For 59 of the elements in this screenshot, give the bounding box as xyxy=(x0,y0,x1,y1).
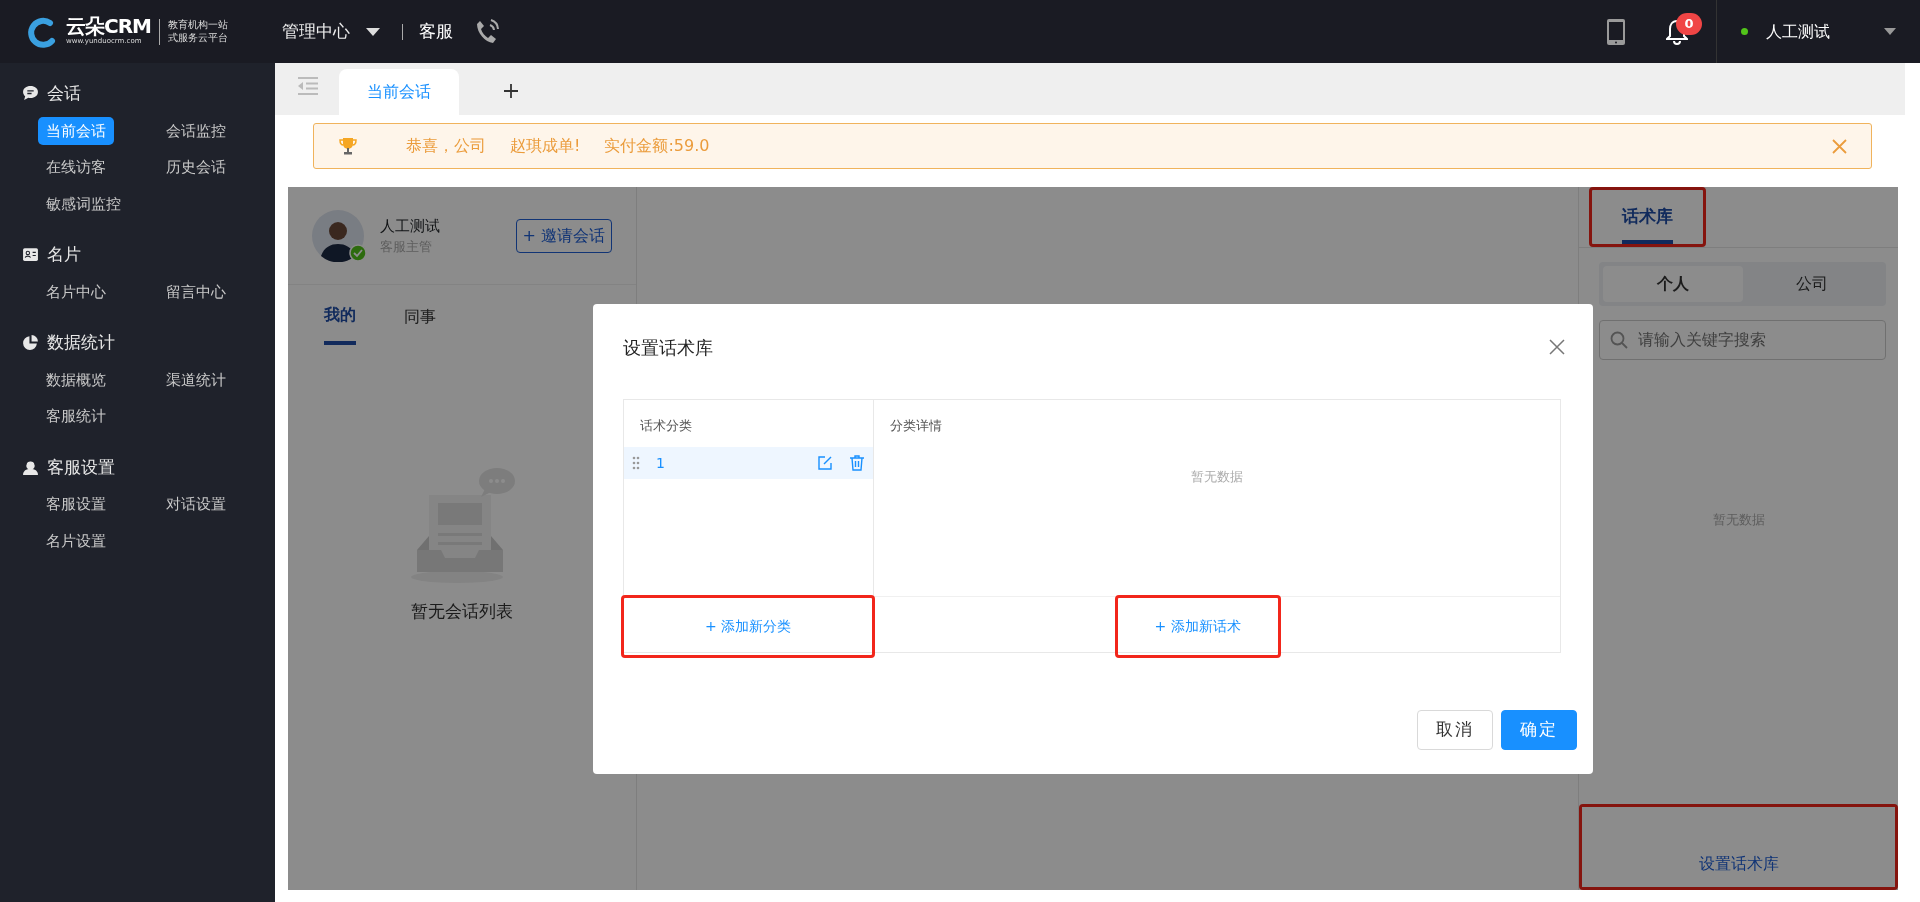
search-icon xyxy=(1610,330,1628,349)
add-tab-icon[interactable] xyxy=(503,83,519,99)
sidebar-item[interactable]: 客服设置 xyxy=(38,490,114,519)
column-header: 话术分类 xyxy=(639,416,693,435)
avatar-icon xyxy=(312,209,364,262)
sidebar-item[interactable]: 敏感词监控 xyxy=(38,189,129,218)
sidebar-group-title: 数据统计 xyxy=(47,331,115,354)
invite-button[interactable]: + 邀请会话 xyxy=(515,218,612,253)
menu-dropdown[interactable]: 管理中心 xyxy=(276,17,386,46)
sidebar-item[interactable]: 名片设置 xyxy=(38,526,114,555)
trophy-icon xyxy=(338,136,358,156)
sidebar-group-title: 名片 xyxy=(47,243,81,266)
cancel-button[interactable]: 取消 xyxy=(1417,710,1493,750)
phone-icon xyxy=(475,18,499,45)
sidebar-group-title: 客服设置 xyxy=(47,455,115,479)
notice-text: 恭喜，公司 xyxy=(406,135,486,157)
tablet-icon xyxy=(1606,17,1626,46)
sidebar-group-title: 会话 xyxy=(47,82,81,105)
empty-text: 暂无会话列表 xyxy=(411,600,513,623)
sidebar-item[interactable]: 客服统计 xyxy=(38,402,114,431)
collapse-menu-icon[interactable] xyxy=(297,77,319,95)
close-icon[interactable] xyxy=(1549,339,1565,355)
sidebar-item[interactable]: 留言中心 xyxy=(158,277,234,306)
sidebar-item[interactable]: 在线访客 xyxy=(38,153,114,182)
drag-handle-icon[interactable] xyxy=(632,456,640,470)
notice-text: 赵琪成单! xyxy=(510,135,581,157)
segment-tab[interactable]: 公司 xyxy=(1742,265,1882,302)
tab[interactable]: 我的 xyxy=(324,303,356,345)
sidebar-item[interactable]: 渠道统计 xyxy=(158,365,234,394)
caret-icon[interactable] xyxy=(1884,28,1896,35)
tab[interactable]: 话术库 xyxy=(1622,190,1673,244)
notice-text: 实付金额:59.0 xyxy=(604,135,710,157)
settings-button[interactable]: 设置话术库 xyxy=(1582,807,1895,887)
logo-text: 云朵CRM xyxy=(66,16,151,37)
chat-bubble-icon xyxy=(22,85,39,103)
dialog-title: 设置话术库 xyxy=(623,335,713,360)
agent-name: 人工测试 xyxy=(380,215,440,237)
tab[interactable]: 同事 xyxy=(404,303,436,345)
sidebar-item[interactable]: 会话监控 xyxy=(158,116,234,145)
notification-badge: 0 xyxy=(1676,12,1702,35)
empty-text: 暂无数据 xyxy=(1190,468,1244,486)
slogan-text: 教育机构一站 xyxy=(168,19,228,32)
trash-icon[interactable] xyxy=(849,455,865,471)
pie-chart-icon xyxy=(22,334,39,352)
user-name: 人工测试 xyxy=(1766,20,1830,43)
sidebar-item[interactable]: 名片中心 xyxy=(38,277,114,306)
id-card-icon xyxy=(22,246,39,264)
category-name: 1 xyxy=(656,453,665,473)
section-title: 客服 xyxy=(419,19,453,43)
sidebar-item[interactable]: 对话设置 xyxy=(158,490,234,519)
column-header: 分类详情 xyxy=(889,416,943,435)
sidebar-item[interactable]: 数据概览 xyxy=(38,365,114,394)
edit-icon[interactable] xyxy=(817,455,833,471)
segment-tab[interactable]: 个人 xyxy=(1603,265,1743,302)
sidebar-item[interactable]: 历史会话 xyxy=(158,153,234,182)
close-icon[interactable] xyxy=(1832,138,1847,154)
caret-icon xyxy=(366,27,380,36)
slogan-text: 式服务云平台 xyxy=(168,31,228,44)
search-field[interactable]: 请输入关键字搜索 xyxy=(1599,319,1886,360)
